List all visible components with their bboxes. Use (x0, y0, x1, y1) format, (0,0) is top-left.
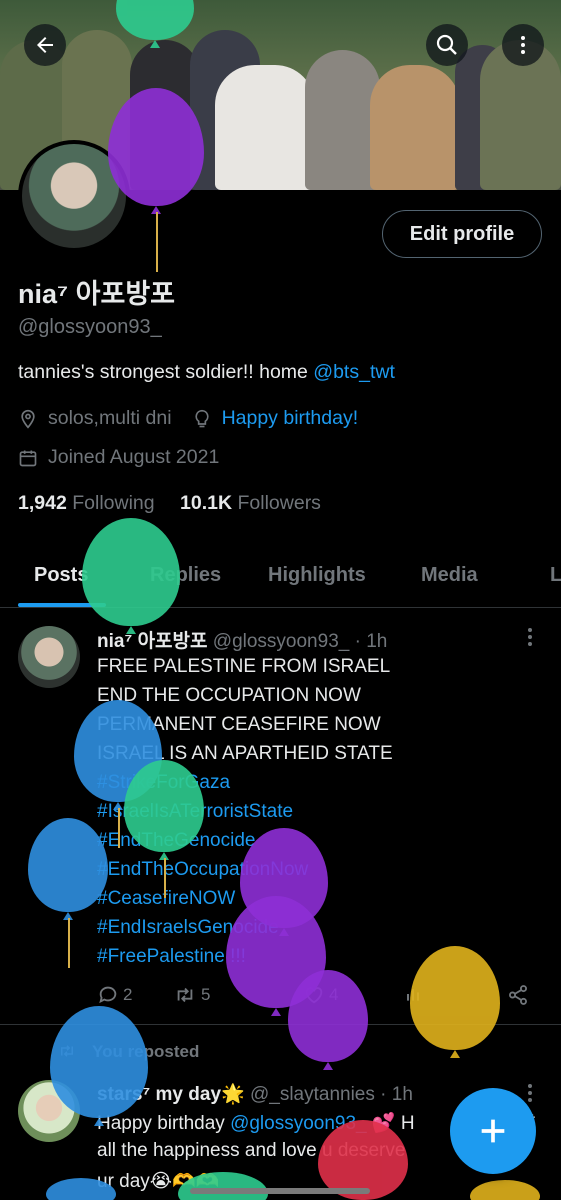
followers-link[interactable]: 10.1K Followers (180, 492, 321, 514)
balloon-decoration (124, 760, 204, 852)
more-vertical-icon (521, 36, 525, 54)
tab-highlights[interactable]: Highlights (268, 564, 366, 587)
post-text-line: FREE PALESTINE FROM ISRAEL (97, 656, 391, 677)
back-button[interactable] (24, 24, 66, 66)
reply-icon (99, 986, 117, 1004)
post-time: 1h (366, 631, 388, 652)
profile-location: solos,multi dni (48, 407, 172, 429)
following-count: 1,942 (18, 492, 67, 514)
follow-counts: 1,942 Following 10.1K Followers (18, 492, 321, 515)
profile-joined: Joined August 2021 (48, 446, 220, 468)
balloon-decoration (28, 818, 108, 912)
hashtag-link[interactable]: #CeasefireNOW (97, 888, 235, 910)
location-pin-icon (21, 409, 35, 429)
balloon-decoration (410, 946, 500, 1050)
share-icon (509, 985, 527, 1005)
profile-name: nia⁷ 아포방포 (18, 279, 176, 309)
balloon-string (164, 858, 166, 898)
post-time: 1h (391, 1084, 413, 1105)
repost-icon (177, 987, 193, 1003)
following-link[interactable]: 1,942 Following (18, 492, 155, 514)
post-more-button[interactable] (520, 625, 540, 655)
post-author-handle: @_slaytannies (249, 1084, 375, 1105)
bio-link[interactable]: @bts_twt (313, 361, 395, 383)
followers-label: Followers (237, 492, 321, 514)
plus-icon (481, 1119, 505, 1143)
reply-count: 2 (123, 985, 133, 1004)
repost-count: 5 (201, 985, 211, 1004)
balloon-decoration (108, 88, 204, 206)
banner-figure (370, 65, 460, 190)
balloon-decoration (288, 970, 368, 1062)
post-avatar[interactable] (18, 626, 80, 688)
profile-bio: tannies's strongest soldier!! home @bts_… (18, 361, 395, 384)
profile-handle: @glossyoon93_ (18, 316, 162, 338)
post-header: nia⁷ 아포방포 @glossyoon93_ · 1h (97, 626, 387, 653)
share-button[interactable] (507, 984, 529, 1006)
more-vertical-icon (528, 628, 532, 646)
balloon-decoration (82, 518, 180, 626)
hashtag-link[interactable]: #FreePalestine !!! (97, 946, 246, 968)
tab-likes[interactable]: L (550, 564, 561, 587)
reply-button[interactable]: 2 (97, 984, 132, 1006)
profile-joined-row: Joined August 2021 (18, 446, 219, 469)
compose-button[interactable] (450, 1088, 536, 1174)
repost-button[interactable]: 5 (173, 984, 210, 1006)
post-text-line: END THE OCCUPATION NOW (97, 685, 361, 706)
following-label: Following (72, 492, 155, 514)
balloon-string (156, 212, 158, 272)
tab-media[interactable]: Media (421, 564, 478, 587)
banner-figure (215, 65, 315, 190)
bio-text: tannies's strongest soldier!! home (18, 361, 314, 383)
edit-profile-button[interactable]: Edit profile (382, 210, 542, 258)
birthday-link[interactable]: Happy birthday! (222, 407, 359, 430)
search-icon (436, 34, 457, 55)
balloon-decoration (50, 1006, 148, 1118)
balloon-decoration (470, 1180, 540, 1200)
arrow-left-icon (37, 37, 53, 53)
banner-figure (305, 50, 380, 190)
post-dot: · (354, 631, 361, 652)
more-button[interactable] (502, 24, 544, 66)
search-button[interactable] (426, 24, 468, 66)
lightbulb-icon (194, 409, 209, 427)
post-author-name[interactable]: nia⁷ 아포방포 (97, 631, 208, 652)
balloon-string (68, 918, 70, 968)
calendar-icon (19, 450, 37, 466)
followers-count: 10.1K (180, 492, 233, 514)
post-text-segment: Happy birthday (97, 1113, 231, 1134)
home-indicator (190, 1188, 370, 1194)
tab-posts[interactable]: Posts (34, 564, 88, 587)
post-dot: · (380, 1084, 387, 1105)
profile-location-row: solos,multi dni Happy birthday! (18, 407, 358, 430)
balloon-string (118, 808, 120, 848)
post-author-handle: @glossyoon93_ (212, 631, 350, 652)
